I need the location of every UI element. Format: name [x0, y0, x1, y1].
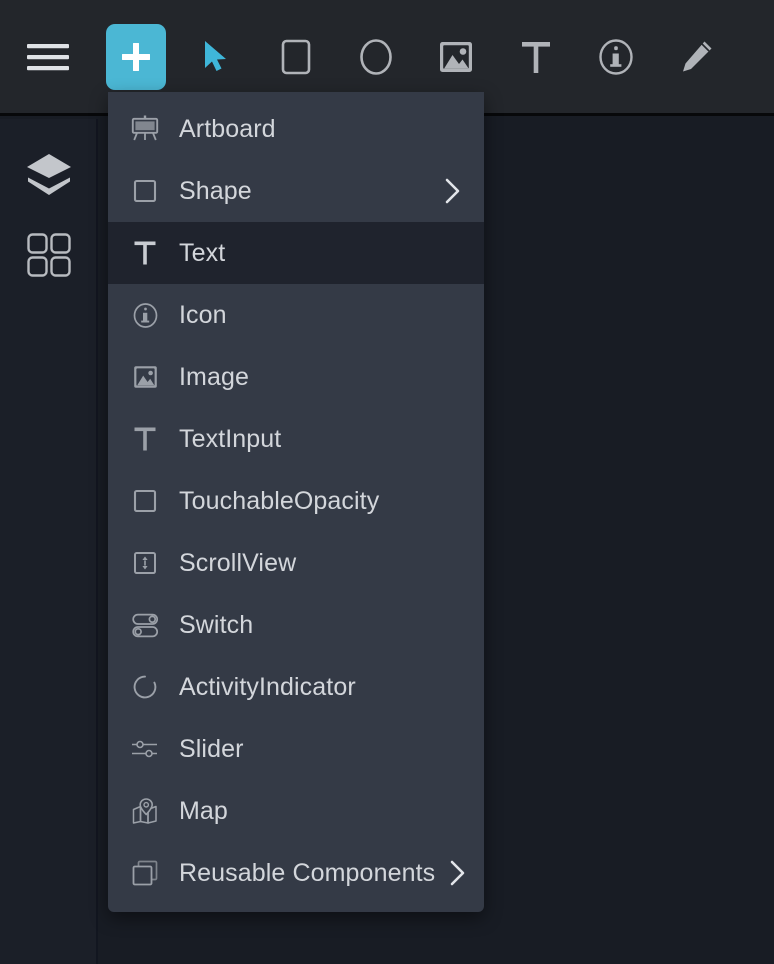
menu-item-text[interactable]: Text: [108, 222, 484, 284]
left-sidebar: [0, 119, 98, 964]
cursor-icon: [202, 40, 230, 74]
menu-item-shape[interactable]: Shape: [108, 160, 484, 222]
menu-item-scrollview[interactable]: ScrollView: [108, 532, 484, 594]
menu-item-label: Switch: [179, 610, 254, 639]
text-t-icon: [130, 424, 160, 454]
menu-item-label: TouchableOpacity: [179, 486, 380, 515]
menu-item-image[interactable]: Image: [108, 346, 484, 408]
menu-item-label: Image: [179, 362, 249, 391]
info-icon: [597, 38, 635, 76]
artboard-icon: [130, 114, 160, 144]
menu-item-label: ActivityIndicator: [179, 672, 356, 701]
menu-item-textinput[interactable]: TextInput: [108, 408, 484, 470]
switch-icon: [130, 610, 160, 640]
menu-item-touchableopacity[interactable]: TouchableOpacity: [108, 470, 484, 532]
text-t-icon: [130, 238, 160, 268]
map-pin-icon: [130, 796, 160, 826]
rectangle-icon: [279, 38, 313, 76]
app-window: Artboard Shape Text Icon Image TextInput…: [0, 0, 774, 964]
menu-item-artboard[interactable]: Artboard: [108, 98, 484, 160]
text-icon: [519, 39, 553, 75]
add-dropdown-menu: Artboard Shape Text Icon Image TextInput…: [108, 92, 484, 912]
square-icon: [130, 176, 160, 206]
sidebar-item-components[interactable]: [0, 217, 98, 297]
menu-icon: [26, 42, 70, 72]
add-button-surface[interactable]: [106, 23, 166, 90]
menu-item-label: Shape: [179, 176, 252, 205]
ellipse-icon: [357, 37, 395, 77]
menu-item-label: Map: [179, 796, 228, 825]
menu-item-activityindicator[interactable]: ActivityIndicator: [108, 656, 484, 718]
layers-icon: [24, 151, 74, 204]
copy-squares-icon: [130, 858, 160, 888]
sidebar-item-layers[interactable]: [0, 137, 98, 217]
square-icon: [130, 486, 160, 516]
menu-item-label: Artboard: [179, 114, 276, 143]
menu-item-slider[interactable]: Slider: [108, 718, 484, 780]
scrollview-icon: [130, 548, 160, 578]
add-icon: [119, 40, 153, 74]
components-grid-icon: [26, 232, 72, 283]
chevron-right-icon: [445, 860, 471, 886]
menu-item-label: Icon: [179, 300, 227, 329]
info-tool-button[interactable]: [576, 0, 656, 115]
text-tool-button[interactable]: [496, 0, 576, 115]
menu-item-map[interactable]: Map: [108, 780, 484, 842]
menu-item-label: TextInput: [179, 424, 282, 453]
chevron-right-icon: [440, 178, 466, 204]
spinner-icon: [130, 672, 160, 702]
info-circle-icon: [130, 300, 160, 330]
menu-item-reusable-components[interactable]: Reusable Components: [108, 842, 484, 904]
menu-item-icon[interactable]: Icon: [108, 284, 484, 346]
slider-icon: [130, 734, 160, 764]
image-icon: [438, 40, 474, 74]
menu-item-label: Text: [179, 238, 226, 267]
menu-item-label: ScrollView: [179, 548, 297, 577]
menu-item-label: Slider: [179, 734, 244, 763]
image-icon: [130, 362, 160, 392]
pencil-icon: [678, 39, 714, 75]
menu-item-label: Reusable Components: [179, 858, 436, 887]
menu-item-switch[interactable]: Switch: [108, 594, 484, 656]
pencil-tool-button[interactable]: [656, 0, 736, 115]
menu-button[interactable]: [0, 0, 96, 115]
